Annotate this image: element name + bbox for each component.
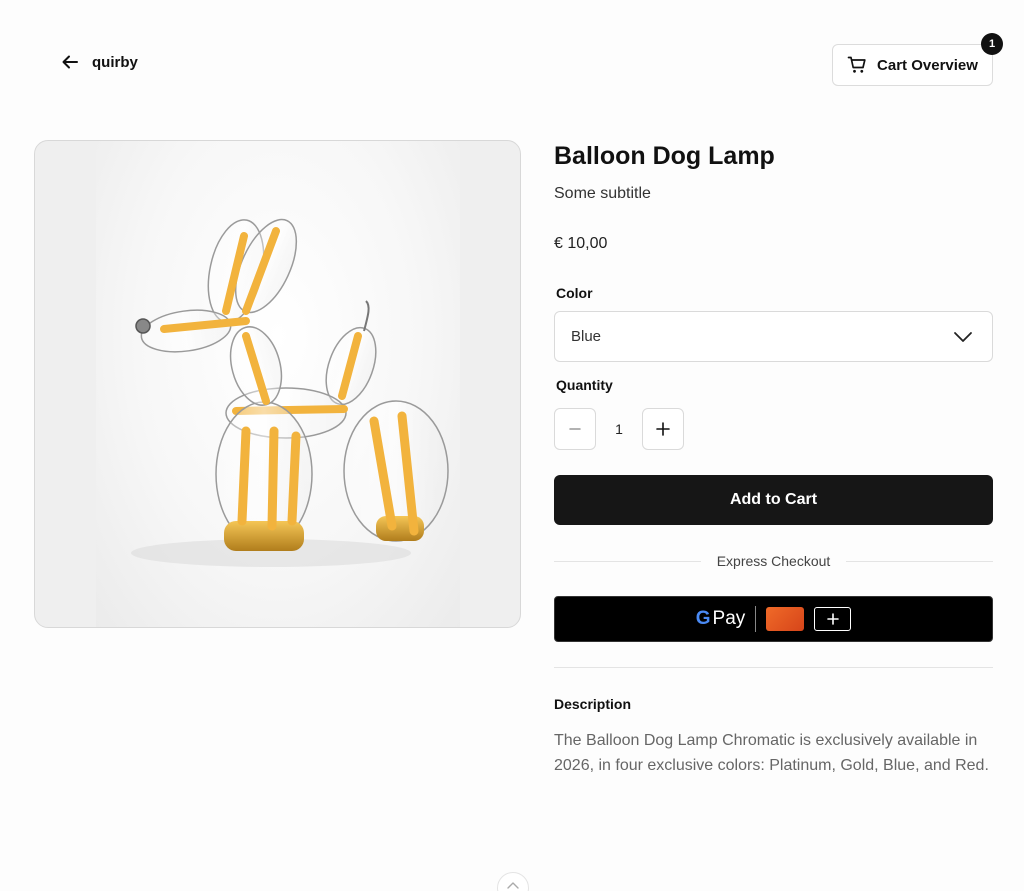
arrow-left-icon xyxy=(62,55,78,69)
add-card-icon xyxy=(814,607,852,631)
description-heading: Description xyxy=(554,696,632,712)
quantity-increase-button[interactable] xyxy=(642,408,684,450)
chevron-up-icon xyxy=(507,882,519,889)
quantity-value: 1 xyxy=(615,421,623,437)
divider-line xyxy=(554,560,701,562)
express-checkout-label: Express Checkout xyxy=(716,553,831,569)
chevron-down-icon xyxy=(954,331,972,342)
color-label: Color xyxy=(556,285,593,301)
color-selected-value: Blue xyxy=(571,328,602,345)
back-link[interactable]: quirby xyxy=(60,52,138,72)
product-image-photo xyxy=(96,141,460,627)
description-text: The Balloon Dog Lamp Chromatic is exclus… xyxy=(554,732,989,774)
cart-overview-label: Cart Overview xyxy=(877,56,978,74)
cart-overview-button[interactable]: Cart Overview xyxy=(832,44,993,86)
gpay-separator xyxy=(755,606,757,632)
quantity-decrease-button[interactable] xyxy=(554,408,596,450)
quantity-label: Quantity xyxy=(556,377,613,393)
product-subtitle: Some subtitle xyxy=(554,185,651,202)
balloon-dog-illustration xyxy=(131,218,449,567)
add-to-cart-button[interactable]: Add to Cart xyxy=(554,475,993,525)
payment-card-icon xyxy=(766,607,805,631)
store-name: quirby xyxy=(92,53,138,71)
scroll-up-button[interactable] xyxy=(497,872,529,891)
color-select[interactable]: Blue xyxy=(554,311,993,362)
google-pay-logo: G Pay xyxy=(696,608,746,630)
express-checkout-separator: Express Checkout xyxy=(554,552,994,570)
plus-icon xyxy=(826,613,839,625)
section-divider xyxy=(554,667,993,668)
divider-line xyxy=(846,560,994,562)
cart-count-badge: 1 xyxy=(981,33,1003,55)
product-image xyxy=(34,140,521,628)
plus-icon xyxy=(656,422,670,436)
google-pay-button[interactable]: G Pay xyxy=(554,596,993,642)
product-price: € 10,00 xyxy=(554,235,608,252)
minus-icon xyxy=(569,428,581,430)
product-page: quirby Cart Overview 1 Balloon Dog Lamp … xyxy=(0,0,1024,891)
google-g-icon: G xyxy=(695,608,711,629)
shopping-cart-icon xyxy=(847,56,866,73)
gpay-text: Pay xyxy=(712,608,746,629)
product-title: Balloon Dog Lamp xyxy=(554,142,775,170)
